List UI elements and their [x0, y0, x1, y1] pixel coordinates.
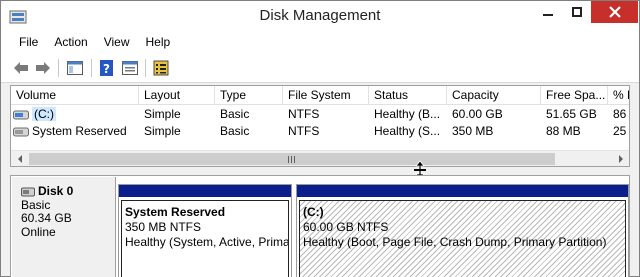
layout-cell: Simple [144, 124, 181, 138]
status-cell: Healthy (B... [374, 107, 441, 121]
console-tree-icon [67, 61, 83, 75]
pane-splitter[interactable] [1, 160, 639, 180]
scroll-right-button[interactable] [612, 151, 629, 166]
table-row[interactable]: System Reserved Simple Basic NTFS Health… [11, 123, 629, 139]
table-row[interactable]: (C:) Simple Basic NTFS Healthy (B... 60.… [11, 106, 629, 122]
partition-body: (C:) 60.00 GB NTFS Healthy (Boot, Page F… [299, 200, 626, 277]
forward-button[interactable] [34, 59, 52, 77]
disk-state: Online [21, 224, 56, 239]
menu-action[interactable]: Action [46, 32, 95, 53]
layout-cell: Simple [144, 107, 181, 121]
partition-body: System Reserved 350 MB NTFS Healthy (Sys… [121, 200, 289, 277]
toolbar-separator [58, 59, 59, 77]
partition-bar [119, 185, 291, 197]
app-window: Disk Management File Action View Help ? … [0, 0, 640, 277]
volume-cell: System Reserved [11, 123, 139, 139]
menu-view[interactable]: View [96, 32, 138, 53]
minimize-icon [542, 14, 553, 16]
volume-cell: (C:) [11, 106, 139, 122]
close-button[interactable] [591, 1, 638, 23]
status-cell: Healthy (S... [374, 124, 441, 138]
file-system-cell: NTFS [288, 107, 320, 121]
maximize-button[interactable] [562, 1, 591, 23]
partition-c-drive[interactable]: (C:) 60.00 GB NTFS Healthy (Boot, Page F… [296, 184, 629, 277]
column-header-percent-free[interactable]: % F [608, 86, 629, 105]
percent-free-cell: 25 [613, 124, 627, 138]
scroll-thumb[interactable] [29, 153, 555, 165]
column-header-volume[interactable]: Volume [11, 86, 139, 105]
column-header-file-system[interactable]: File System [283, 86, 369, 105]
back-arrow-icon [14, 62, 28, 74]
scroll-left-button[interactable] [11, 151, 28, 166]
column-header-row: Volume Layout Type File System Status Ca… [11, 86, 629, 105]
maximize-icon [571, 7, 582, 17]
minimize-button[interactable] [533, 1, 562, 23]
menu-bar: File Action View Help [1, 32, 639, 53]
title-bar: Disk Management [1, 1, 639, 32]
free-space-cell: 88 MB [546, 124, 581, 138]
partition-system-reserved[interactable]: System Reserved 350 MB NTFS Healthy (Sys… [118, 184, 292, 277]
volume-drive-icon [13, 127, 29, 137]
capacity-cell: 60.00 GB [452, 107, 503, 121]
back-button[interactable] [12, 59, 30, 77]
help-button[interactable]: ? [98, 59, 116, 77]
disk-info-panel[interactable]: Disk 0 Basic 60.34 GB Online [12, 177, 116, 277]
disk-icon [21, 187, 35, 197]
type-cell: Basic [220, 107, 250, 121]
file-system-cell: NTFS [288, 124, 320, 138]
disk-size: 60.34 GB [21, 211, 72, 225]
properties-icon [122, 61, 138, 75]
checklist-button[interactable] [152, 59, 170, 77]
menu-help[interactable]: Help [138, 32, 179, 53]
menu-file[interactable]: File [11, 32, 46, 53]
column-header-capacity[interactable]: Capacity [447, 86, 541, 105]
column-header-status[interactable]: Status [369, 86, 447, 105]
volume-name: System Reserved [32, 124, 127, 138]
type-cell: Basic [220, 124, 250, 138]
toolbar-separator [91, 59, 92, 77]
toolbar: ? [1, 53, 639, 83]
column-header-layout[interactable]: Layout [139, 86, 215, 105]
close-icon [608, 6, 621, 18]
toolbar-separator [145, 59, 146, 77]
grip-icon [288, 155, 295, 163]
column-header-free-space[interactable]: Free Spa... [541, 86, 608, 105]
column-header-type[interactable]: Type [215, 86, 283, 105]
volume-drive-icon [13, 110, 29, 120]
scroll-right-arrow-icon [618, 155, 623, 163]
disk-graphical-view: Disk 0 Basic 60.34 GB Online System Rese… [10, 175, 630, 277]
partition-status: Healthy (Boot, Page File, Crash Dump, Pr… [303, 235, 607, 249]
partition-name: System Reserved [125, 205, 226, 219]
properties-button[interactable] [121, 59, 139, 77]
partition-name: (C:) [303, 205, 324, 219]
partition-size: 350 MB NTFS [125, 220, 202, 234]
volume-name: (C:) [32, 107, 56, 121]
partition-status: Healthy (System, Active, Prima [125, 235, 289, 249]
partition-bar [297, 185, 628, 197]
volume-list[interactable]: Volume Layout Type File System Status Ca… [10, 85, 630, 167]
help-icon: ? [100, 60, 113, 76]
free-space-cell: 51.65 GB [546, 107, 597, 121]
disk-title: Disk 0 [21, 184, 115, 199]
forward-arrow-icon [36, 62, 50, 74]
capacity-cell: 350 MB [452, 124, 494, 138]
disk-name: Disk 0 [38, 184, 74, 198]
partition-size: 60.00 GB NTFS [303, 220, 389, 234]
scroll-left-arrow-icon [17, 155, 22, 163]
percent-free-cell: 86 [613, 107, 627, 121]
disk-type: Basic [21, 197, 51, 212]
checklist-icon [153, 60, 169, 76]
horizontal-scrollbar[interactable] [11, 150, 629, 166]
show-hide-console-tree-button[interactable] [66, 59, 84, 77]
svg-text:?: ? [103, 62, 110, 76]
